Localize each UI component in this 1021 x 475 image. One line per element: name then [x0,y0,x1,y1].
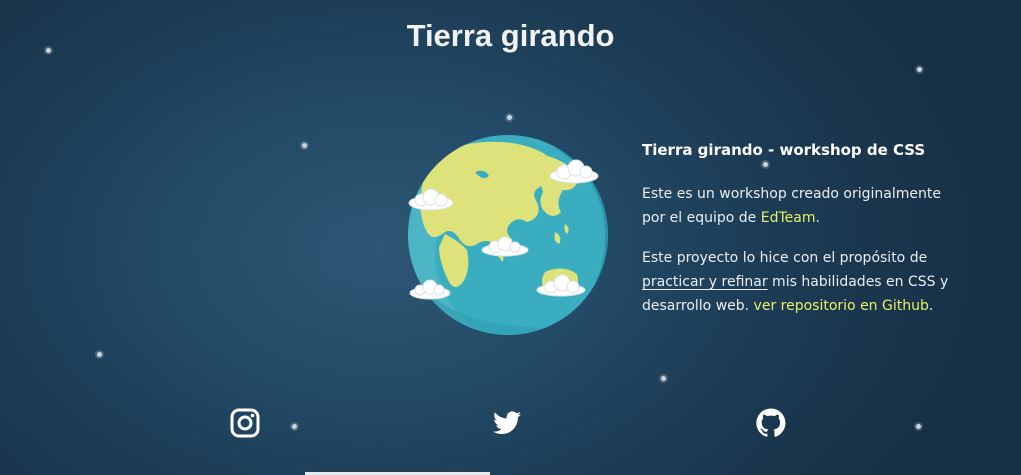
info-paragraph-2: Este proyecto lo hice con el propósito d… [642,246,952,318]
star-decoration [916,424,921,429]
star-decoration [97,352,102,357]
page-title: Tierra girando [406,18,615,53]
earth-illustration [408,135,608,335]
edteam-link[interactable]: EdTeam [761,210,816,226]
info-p1-end: . [815,210,820,226]
twitter-icon [493,411,521,435]
star-decoration [507,115,512,120]
star-decoration [46,48,51,53]
star-decoration [292,424,297,429]
spinning-earth [405,132,610,337]
info-panel: Tierra girando - workshop de CSS Este es… [642,138,952,334]
github-icon [756,408,786,437]
info-heading: Tierra girando - workshop de CSS [642,141,926,159]
twitter-link[interactable] [491,407,523,439]
star-decoration [302,143,307,148]
info-p2-underlined: practicar y refinar [642,274,768,290]
info-p2-end: . [928,298,934,314]
instagram-icon [230,408,260,438]
instagram-link[interactable] [229,407,261,439]
github-link[interactable] [755,407,787,439]
info-paragraph-1: Este es un workshop creado originalmente… [642,182,952,230]
star-decoration [917,67,922,72]
info-p2-text1: Este proyecto lo hice con el propósito d… [642,250,928,266]
github-repo-link[interactable]: ver repositorio en Github [754,298,929,314]
star-decoration [661,376,666,381]
